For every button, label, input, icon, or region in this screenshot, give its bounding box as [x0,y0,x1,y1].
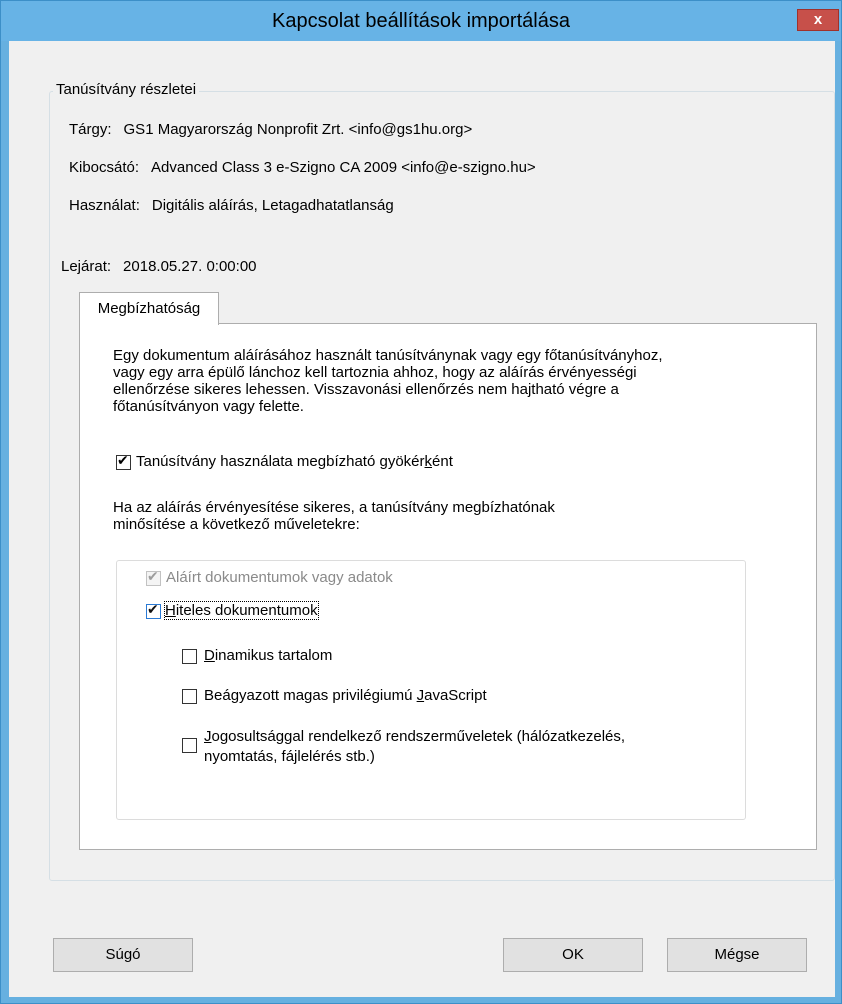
certified-documents-mnemonic: H [165,602,176,619]
trust-description: Egy dokumentum aláírásához használt tanú… [113,347,793,415]
certified-documents-label[interactable]: Hiteles dokumentumok [164,601,319,620]
trusted-root-label-mnemonic: k [424,453,433,470]
embedded-javascript-text-end: avaScript [424,687,487,704]
privileged-operations-label[interactable]: Jogosultsággal rendelkező rendszerművele… [204,727,625,767]
cancel-button[interactable]: Mégse [667,938,807,972]
trusted-root-checkbox[interactable] [116,453,131,470]
close-button[interactable]: x [797,9,839,31]
usage-row: Használat: Digitális aláírás, Letagadhata… [69,197,394,214]
certified-documents-checkbox[interactable] [146,602,161,619]
close-icon: x [813,11,823,28]
help-button[interactable]: Súgó [53,938,193,972]
embedded-javascript-checkbox[interactable] [182,689,197,704]
trust-description-line: főtanúsítványon vagy felette. [113,398,304,415]
certificate-details-title: Tanúsítvány részletei [53,81,200,98]
privileged-operations-checkbox[interactable] [182,738,197,753]
dialog-window: Kapcsolat beállítások importálása x Tanú… [0,0,842,1004]
trusted-root-label-text: Tanúsítvány használata megbízható gyökér [136,453,425,470]
usage-value: Digitális aláírás, Letagadhatatlanság [151,197,394,214]
trust-followup-line: Ha az aláírás érvényesítése sikeres, a t… [113,499,555,516]
trust-description-line: ellenőrzése sikeres lehessen. Visszavoná… [113,381,619,398]
trust-followup: Ha az aláírás érvényesítése sikeres, a t… [113,499,793,533]
signed-documents-label: Aláírt dokumentumok vagy adatok [166,569,393,586]
trust-description-line: vagy egy arra épülő lánchoz kell tartozn… [113,364,637,381]
privileged-operations-text-line1: ogosultsággal rendelkező rendszerművelet… [211,728,626,745]
expiry-label: Lejárat: [61,258,112,275]
tab-trust[interactable]: Megbízhatóság [79,292,219,325]
certified-documents-text: iteles dokumentumok [175,602,318,619]
subject-value: GS1 Magyarország Nonprofit Zrt. <info@gs… [123,121,473,138]
trusted-root-label-text-end: ént [432,453,453,470]
dynamic-content-checkbox[interactable] [182,649,197,664]
dynamic-content-label[interactable]: Dinamikus tartalom [204,647,332,664]
usage-label: Használat: [69,197,140,214]
privileged-operations-text-line2: nyomtatás, fájlelérés stb.) [204,748,375,765]
ok-button[interactable]: OK [503,938,643,972]
issuer-row: Kibocsátó: Advanced Class 3 e-Szigno CA 2… [69,159,536,176]
issuer-label: Kibocsátó: [69,159,140,176]
embedded-javascript-text: Beágyazott magas privilégiumú [204,687,417,704]
privileged-operations-mnemonic: J [204,728,212,745]
title-bar[interactable]: Kapcsolat beállítások importálása x [1,1,841,41]
embedded-javascript-label[interactable]: Beágyazott magas privilégiumú JavaScript [204,687,487,704]
trusted-root-label[interactable]: Tanúsítvány használata megbízható gyökér… [136,453,453,470]
expiry-row: Lejárat: 2018.05.27. 0:00:00 [61,258,257,275]
dialog-client-area: Tanúsítvány részletei Tárgy: GS1 Magyaror… [9,41,835,997]
expiry-value: 2018.05.27. 0:00:00 [123,258,257,275]
trust-description-line: Egy dokumentum aláírásához használt tanú… [113,347,663,364]
embedded-javascript-mnemonic: J [416,687,425,704]
subject-label: Tárgy: [69,121,112,138]
issuer-value: Advanced Class 3 e-Szigno CA 2009 <info@… [151,159,536,176]
dynamic-content-mnemonic: D [204,647,215,664]
trust-followup-line: minősítése a következő műveletekre: [113,516,360,533]
window-title: Kapcsolat beállítások importálása [272,10,570,32]
signed-documents-checkbox[interactable] [146,569,161,586]
dynamic-content-text: inamikus tartalom [214,647,333,664]
subject-row: Tárgy: GS1 Magyarország Nonprofit Zrt. <i… [69,121,472,138]
